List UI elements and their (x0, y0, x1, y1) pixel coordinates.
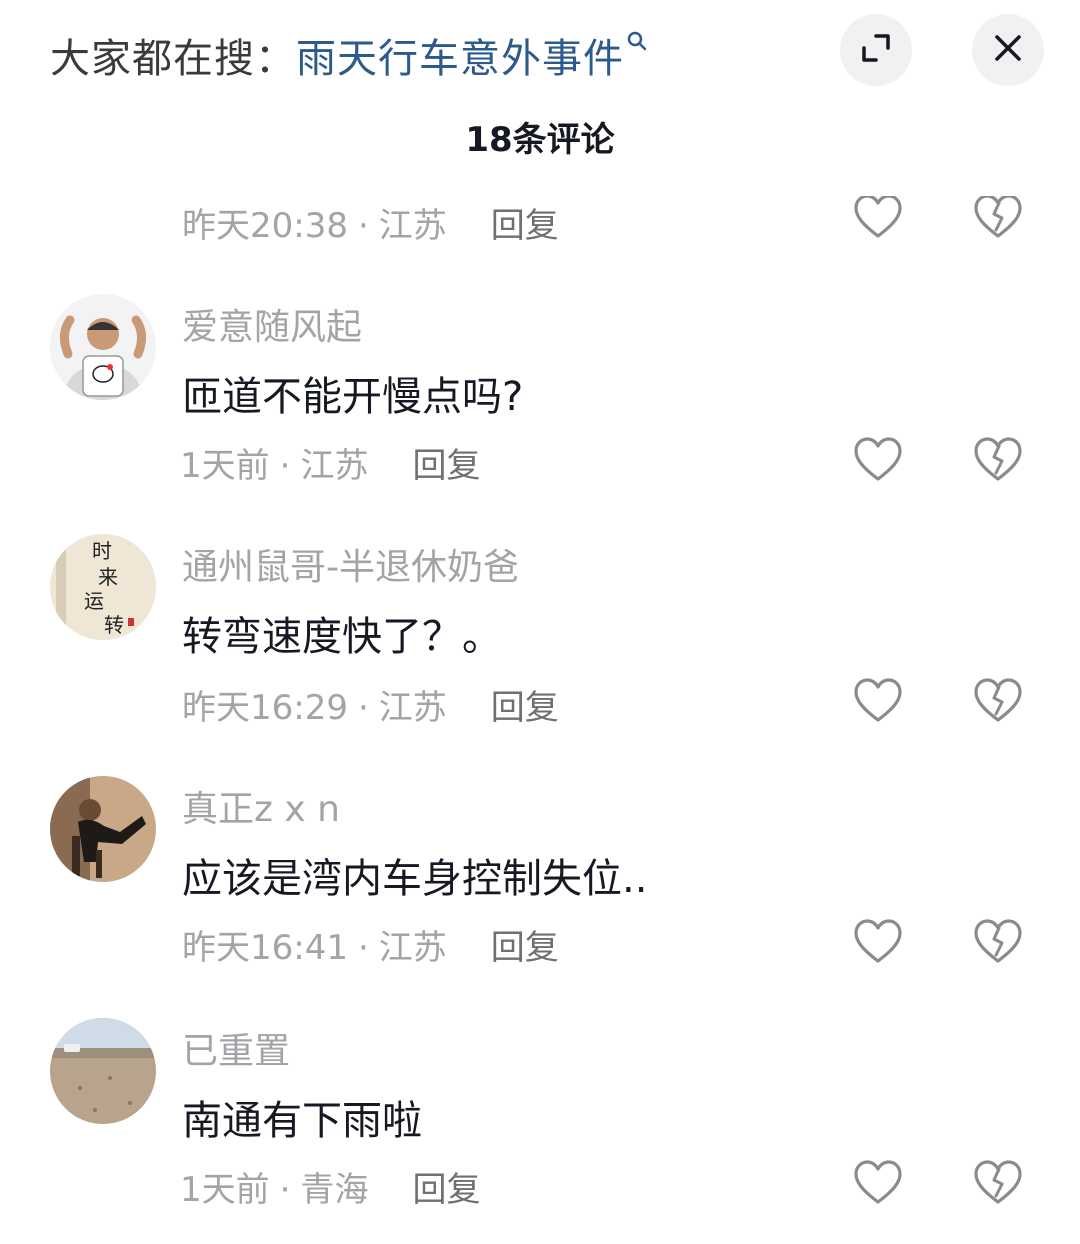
comment-location: 江苏 (378, 928, 447, 968)
reply-button[interactable]: 回复 (412, 446, 480, 486)
heart-icon[interactable] (852, 436, 904, 484)
broken-heart-icon[interactable] (972, 436, 1024, 484)
comment-username[interactable]: 真正z x n (182, 780, 340, 832)
comment-location: 江苏 (378, 688, 447, 728)
comment-text: 应该是湾内车身控制失位.. (182, 856, 648, 902)
broken-heart-icon[interactable] (972, 677, 1024, 725)
comment-meta: 昨天16:29 · 江苏 回复 (182, 688, 559, 728)
avatar-text: 转 (104, 613, 124, 637)
search-header: 大家都在搜：雨天行车意外事件 (0, 0, 1080, 110)
reply-button[interactable]: 回复 (412, 1170, 480, 1210)
comment-time: 1天前 (180, 446, 270, 486)
search-prefix-label: 大家都在搜： (50, 36, 296, 82)
avatar-text: 时 (92, 539, 112, 563)
broken-heart-icon[interactable] (972, 196, 1024, 240)
comment-meta: 1天前 · 青海 回复 (180, 1170, 481, 1210)
heart-icon[interactable] (852, 918, 904, 966)
comment-text: 转弯速度快了？。 (182, 614, 502, 660)
reply-button[interactable]: 回复 (491, 928, 559, 968)
heart-icon[interactable] (852, 196, 904, 240)
comment-meta: 1天前 · 江苏 回复 (180, 446, 481, 486)
reply-button[interactable]: 回复 (491, 688, 559, 728)
comment-time: 昨天20:38 (182, 206, 348, 246)
close-icon (992, 32, 1024, 68)
avatar[interactable] (50, 776, 156, 882)
comment-time: 昨天16:29 (182, 688, 348, 728)
reply-button[interactable]: 回复 (491, 206, 559, 246)
comment-text: 匝道不能开慢点吗? (182, 374, 524, 420)
comment-time: 昨天16:41 (182, 928, 348, 968)
comment-location: 青海 (300, 1170, 369, 1210)
avatar[interactable] (50, 294, 156, 400)
close-button[interactable] (972, 14, 1044, 86)
avatar[interactable] (50, 1018, 156, 1124)
search-icon[interactable] (624, 26, 650, 66)
avatar-text: 来 (98, 565, 118, 589)
broken-heart-icon[interactable] (972, 918, 1024, 966)
avatar-text: 运 (84, 589, 104, 613)
comment-meta: 昨天16:41 · 江苏 回复 (182, 928, 559, 968)
comment-username[interactable]: 通州鼠哥-半退休奶爸 (182, 538, 519, 590)
search-term-link[interactable]: 雨天行车意外事件 (296, 36, 624, 82)
comment-username[interactable]: 爱意随风起 (182, 298, 362, 350)
heart-icon[interactable] (852, 1159, 904, 1207)
comments-count: 18条评论 (465, 120, 615, 160)
expand-button[interactable] (840, 14, 912, 86)
comment-location: 江苏 (378, 206, 447, 246)
expand-icon (858, 30, 894, 70)
comment-text: 南通有下雨啦 (182, 1098, 422, 1144)
avatar[interactable]: 时 来 运 转 (50, 534, 156, 640)
heart-icon[interactable] (852, 677, 904, 725)
broken-heart-icon[interactable] (972, 1159, 1024, 1207)
trending-search[interactable]: 大家都在搜：雨天行车意外事件 (50, 26, 650, 84)
comment-username[interactable]: 已重置 (182, 1022, 290, 1074)
comment-time: 1天前 (180, 1170, 270, 1210)
comment-meta: 昨天20:38 · 江苏 回复 (182, 206, 559, 246)
comment-location: 江苏 (300, 446, 369, 486)
